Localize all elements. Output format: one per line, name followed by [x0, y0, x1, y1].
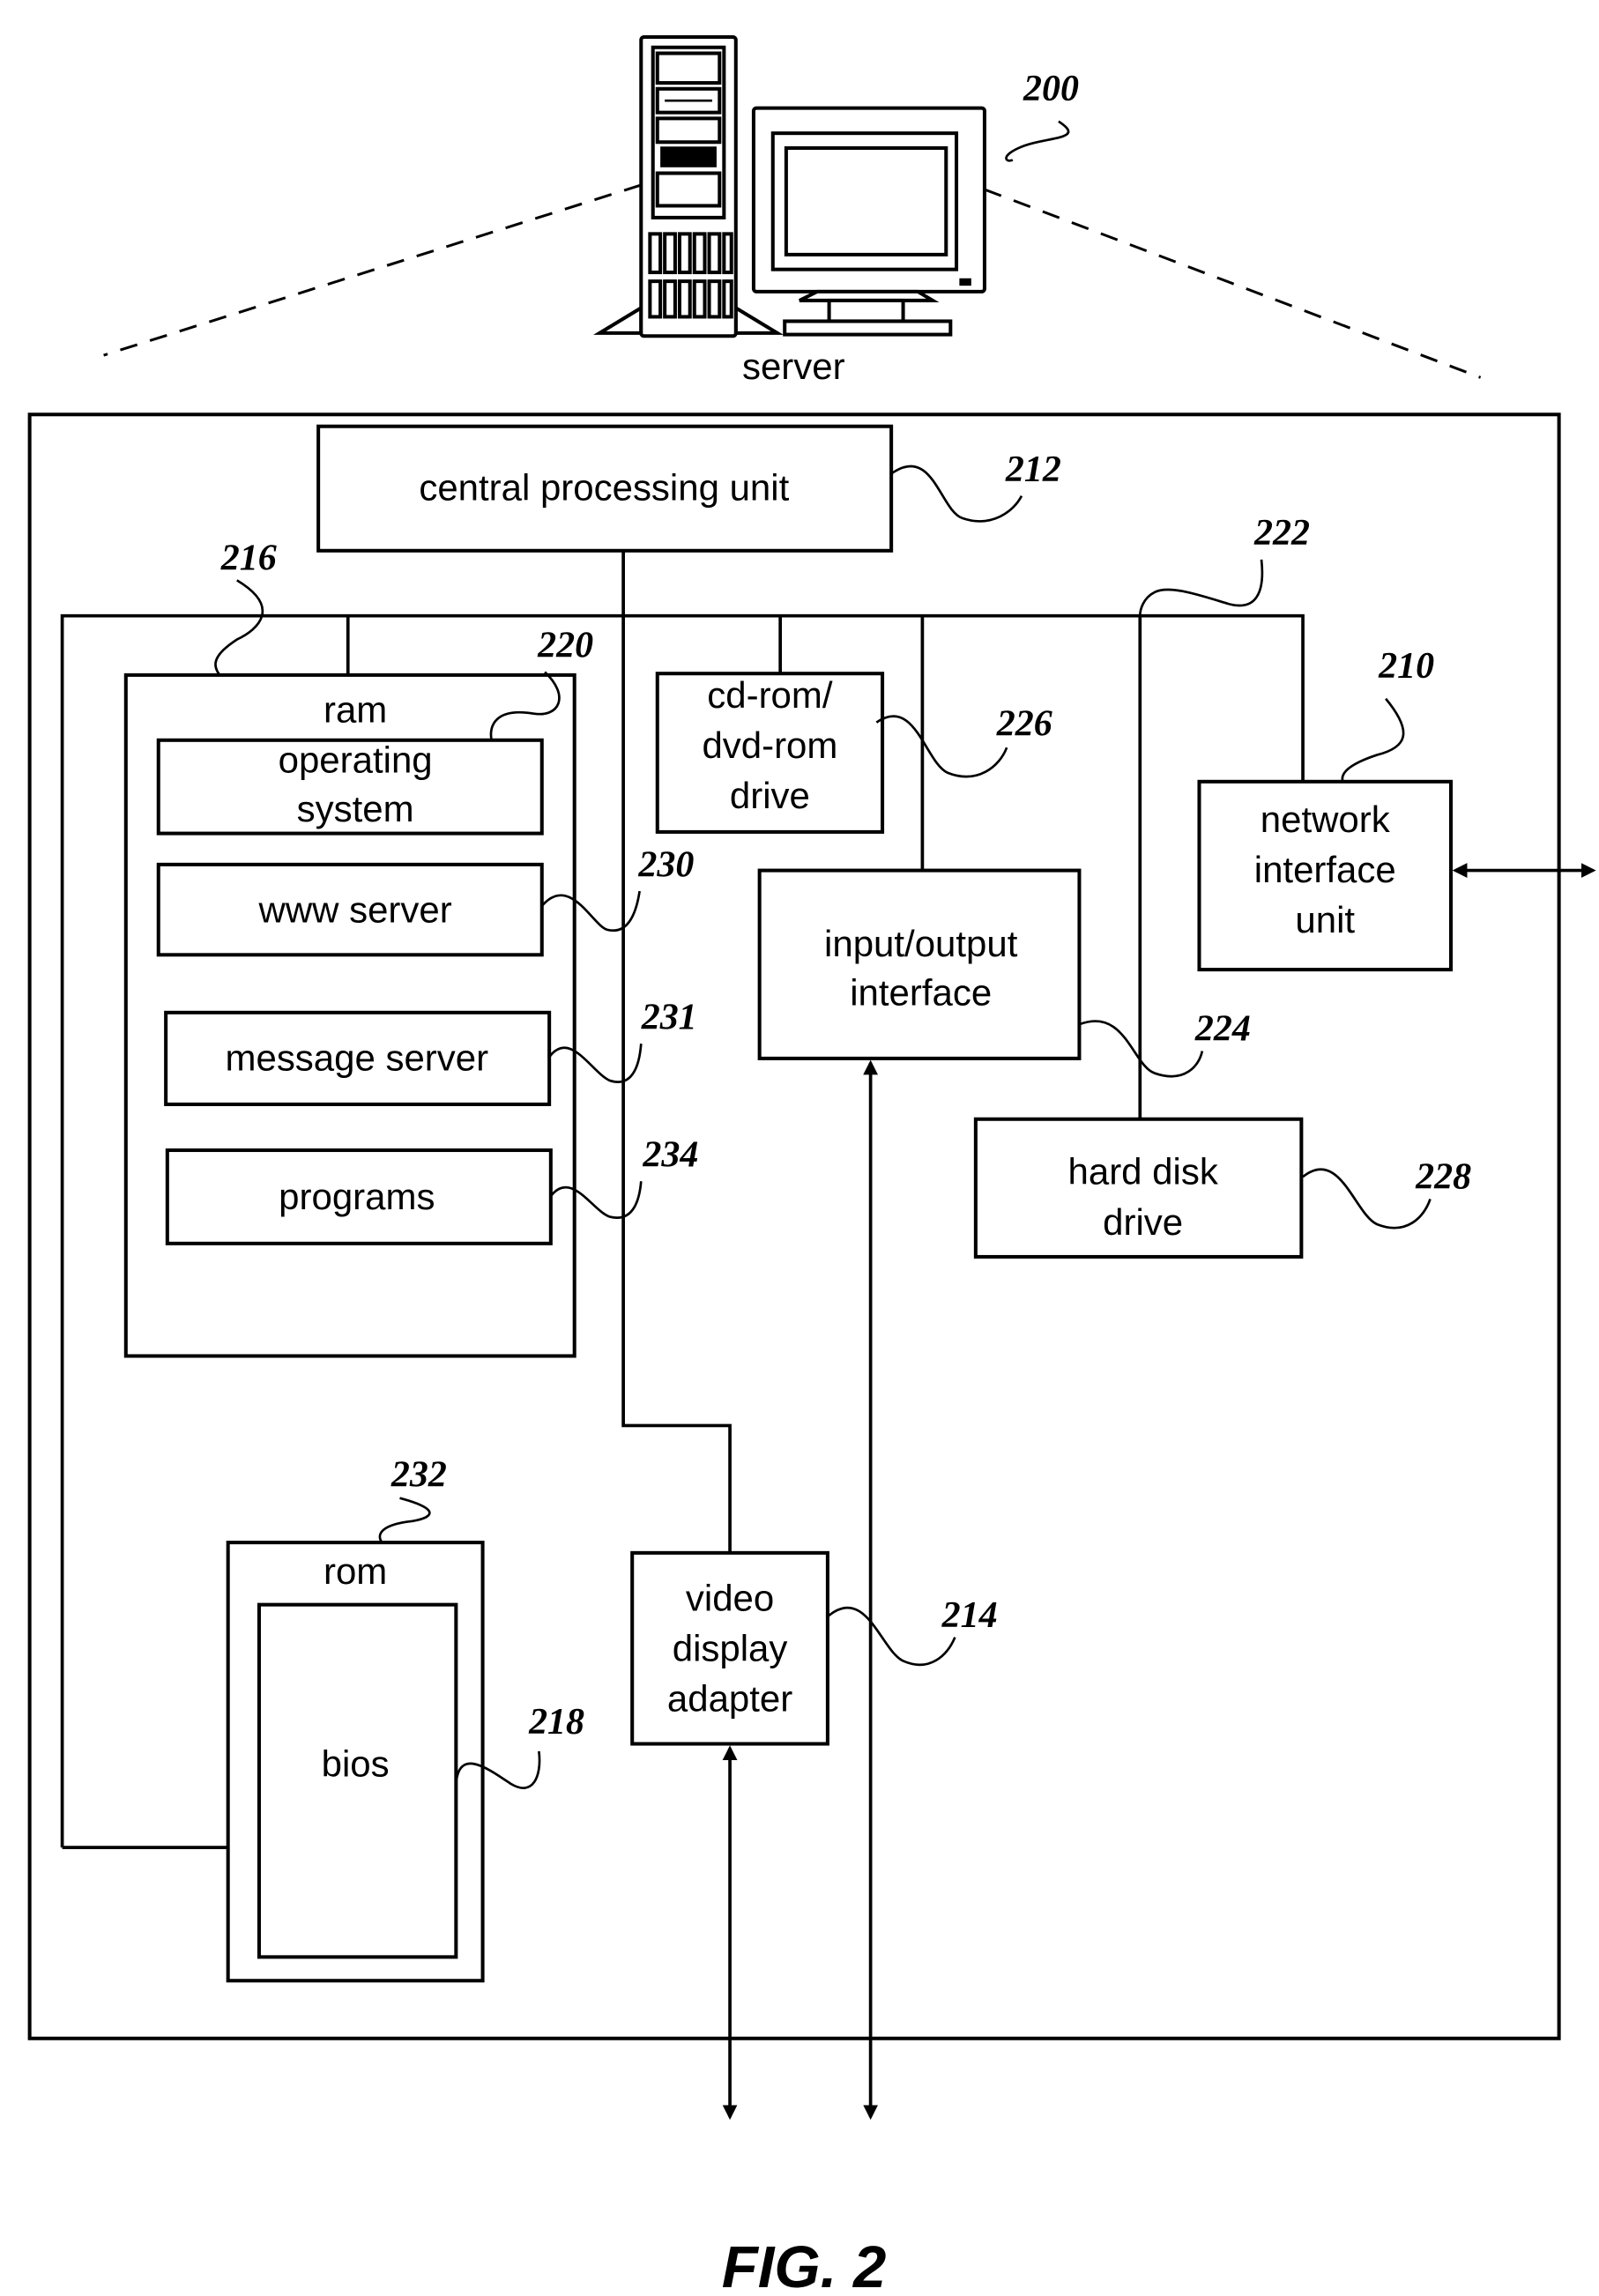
bios-label: bios — [322, 1742, 390, 1784]
projection-line-left — [103, 183, 642, 357]
www-server-block: www server — [156, 862, 544, 957]
ref-218: 218 — [528, 1702, 584, 1742]
network-interface-block: network interface unit — [1197, 779, 1454, 972]
hdd-label-line1: hard disk — [1068, 1151, 1219, 1193]
ref-228: 228 — [1415, 1157, 1471, 1198]
os-label-line1: operating — [279, 739, 433, 781]
nic-label-line1: network — [1261, 799, 1391, 840]
hdd-label-line2: drive — [1103, 1201, 1183, 1243]
message-server-block: message server — [164, 1010, 552, 1106]
video-label-line3: adapter — [667, 1678, 792, 1720]
video-label-line1: video — [686, 1577, 774, 1618]
bios-block: bios — [257, 1602, 458, 1959]
io-label-line1: input/output — [824, 923, 1018, 964]
cdrom-label-line2: dvd-rom — [702, 724, 837, 766]
tower-case-icon — [593, 34, 785, 338]
projection-line-right — [984, 188, 1482, 379]
server-computer-icon — [593, 34, 986, 338]
leader-200 — [1005, 120, 1070, 162]
ref-220: 220 — [537, 626, 593, 666]
io-interface-block: input/output interface — [757, 868, 1082, 1060]
nic-label-line3: unit — [1295, 899, 1355, 940]
nic-label-line2: interface — [1254, 849, 1396, 890]
cdrom-label-line3: drive — [730, 775, 810, 816]
cpu-block: central processing unit — [316, 424, 894, 553]
ref-226: 226 — [996, 704, 1052, 745]
ref-234: 234 — [642, 1134, 698, 1175]
io-label-line2: interface — [850, 971, 992, 1013]
ref-222: 222 — [1253, 513, 1310, 554]
ref-230: 230 — [637, 844, 694, 885]
ref-216: 216 — [220, 539, 277, 579]
server-block-diagram: server 200 central processing unit 212 2… — [27, 34, 1596, 2296]
rom-label: rom — [324, 1550, 387, 1592]
programs-label: programs — [279, 1176, 435, 1217]
operating-system-block: operating system — [156, 738, 544, 836]
message-server-label: message server — [226, 1037, 489, 1078]
rom-block: rom bios — [226, 1541, 485, 1983]
ref-200: 200 — [1023, 69, 1079, 109]
ref-232: 232 — [390, 1454, 447, 1495]
ref-210: 210 — [1378, 646, 1434, 687]
ref-224: 224 — [1194, 1009, 1251, 1050]
ref-212: 212 — [1005, 450, 1061, 490]
os-label-line2: system — [297, 788, 414, 829]
ram-label: ram — [324, 689, 387, 731]
video-label-line2: display — [673, 1627, 788, 1668]
video-adapter-block: video display adapter — [630, 1550, 829, 1746]
figure-caption: FIG. 2 — [722, 2234, 887, 2296]
cpu-label: central processing unit — [419, 467, 789, 509]
ram-block: ram operating system www server message … — [123, 672, 576, 1358]
ref-214: 214 — [941, 1595, 998, 1636]
www-server-label: www server — [258, 888, 452, 930]
programs-block: programs — [165, 1148, 553, 1245]
cdrom-drive-block: cd-rom/ dvd-rom drive — [655, 672, 885, 834]
ref-231: 231 — [641, 997, 697, 1037]
cdrom-label-line1: cd-rom/ — [707, 674, 833, 716]
hard-disk-block: hard disk drive — [973, 1117, 1304, 1259]
monitor-icon — [751, 106, 986, 337]
server-label: server — [742, 346, 845, 387]
